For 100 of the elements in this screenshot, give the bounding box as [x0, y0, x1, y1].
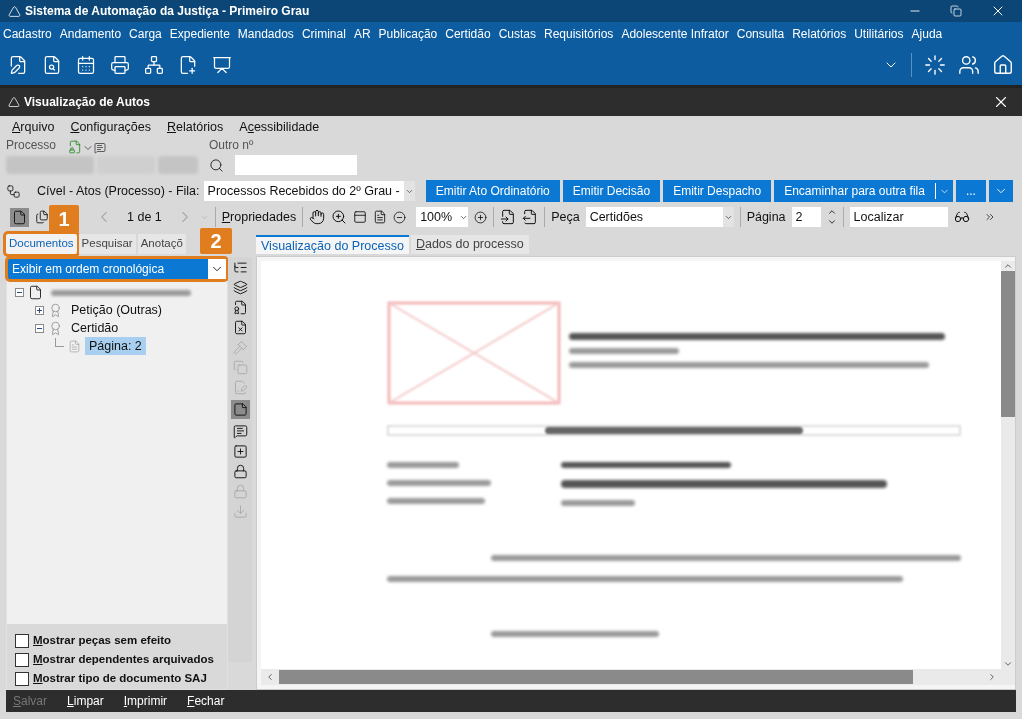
menu-item[interactable]: Relatórios [167, 117, 224, 137]
menu-item[interactable]: Andamento [59, 24, 122, 43]
menu-item[interactable]: Ajuda [911, 24, 943, 43]
search-icon[interactable] [209, 157, 224, 173]
menu-item[interactable]: Relatórios [792, 24, 847, 43]
page-spinner[interactable] [826, 207, 837, 227]
zoom-out-icon[interactable] [393, 210, 407, 224]
expander-icon[interactable] [35, 323, 44, 333]
certificate-icon[interactable] [232, 300, 248, 315]
add-document-icon[interactable] [178, 55, 198, 75]
viewer-tab[interactable]: Dados do processo [410, 235, 529, 254]
loading-icon[interactable] [924, 54, 946, 76]
menu-item[interactable]: Adolescente Infrator [621, 24, 729, 43]
calendar-icon[interactable] [76, 55, 96, 75]
menu-item[interactable]: Acessibilidade [239, 117, 320, 137]
menu-item[interactable]: Arquivo [12, 117, 55, 137]
menu-item[interactable]: Expediente [169, 24, 230, 43]
zoom-in-icon[interactable] [474, 210, 488, 224]
find-field[interactable]: Localizar [849, 207, 948, 227]
comment-icon[interactable] [232, 424, 248, 439]
fit-width-icon[interactable] [353, 210, 368, 224]
restore-icon[interactable] [950, 5, 962, 17]
footer-button[interactable]: Fechar [187, 692, 225, 710]
hierarchy-icon[interactable] [144, 55, 164, 75]
scroll-right-icon[interactable] [987, 672, 997, 682]
blurred-text [387, 462, 459, 468]
menu-item[interactable]: Consulta [736, 24, 785, 43]
footer-button[interactable]: Limpar [67, 692, 104, 710]
lock-icon[interactable] [232, 464, 248, 479]
add-note-icon[interactable] [232, 444, 248, 459]
users-icon[interactable] [958, 54, 980, 76]
printer-icon[interactable] [110, 55, 130, 75]
menu-item[interactable]: Mandados [237, 24, 294, 43]
document-icon[interactable] [28, 284, 43, 300]
scroll-up-icon[interactable] [1003, 261, 1013, 271]
panel-tab[interactable]: Pesquisar [78, 234, 136, 254]
properties-button[interactable]: Propriedades [221, 207, 297, 227]
menu-item[interactable]: AR [353, 24, 371, 43]
footer-button[interactable]: Imprimir [123, 692, 168, 710]
other-number-label: Outro nº [209, 137, 254, 154]
window-title: Visualização de Autos [24, 94, 151, 111]
menu-item[interactable]: Carga [129, 24, 162, 43]
zoom-icon[interactable] [331, 209, 348, 225]
panel-tab[interactable]: Documentos [6, 234, 77, 254]
panel-tab[interactable]: Anotaçõ [137, 234, 186, 254]
menu-item[interactable]: Configurações [70, 117, 151, 137]
filter-button[interactable] [988, 180, 1013, 202]
pages-icon[interactable] [35, 210, 49, 224]
other-number-field[interactable] [235, 155, 357, 175]
page-view-icon[interactable] [12, 209, 27, 225]
tree-item[interactable]: Página: 2 [85, 336, 146, 356]
edit-document-icon[interactable] [8, 55, 28, 75]
note-icon[interactable] [94, 142, 106, 154]
menu-item[interactable]: Utilitários [854, 24, 904, 43]
export-document-icon[interactable] [522, 209, 539, 225]
tree-item[interactable]: Petição (Outras) [67, 300, 166, 320]
action-split-button[interactable]: Encaminhar para outra fila [774, 180, 953, 202]
menu-item[interactable]: Criminal [301, 24, 346, 43]
expander-icon[interactable] [35, 305, 44, 315]
menu-item[interactable]: Cadastro [3, 24, 52, 43]
expander-icon[interactable] [15, 287, 24, 297]
order-select[interactable]: Exibir em ordem cronológica [8, 259, 226, 279]
tree-item[interactable]: Certidão [67, 318, 123, 338]
process-label: Processo [6, 137, 58, 154]
tree-icon[interactable] [232, 260, 248, 275]
note-icon[interactable] [232, 402, 248, 417]
menu-item[interactable]: Certidão [445, 24, 491, 43]
layers-icon[interactable] [232, 280, 248, 295]
vertical-scrollbar[interactable] [1001, 261, 1015, 685]
menu-item[interactable]: Requisitórios [544, 24, 614, 43]
action-button[interactable]: Emitir Ato Ordinatório [425, 180, 560, 202]
queue-select[interactable]: Processos Recebidos do 2º Grau - [203, 181, 415, 201]
checkbox[interactable] [15, 652, 29, 667]
scroll-left-icon[interactable] [265, 672, 275, 682]
horizontal-scrollbar[interactable] [261, 669, 1001, 685]
workflow-icon[interactable] [6, 183, 21, 199]
action-button[interactable]: ... [955, 180, 986, 202]
viewer-tab[interactable]: Visualização do Processo [256, 235, 409, 254]
menu-item[interactable]: Publicação [378, 24, 438, 43]
scroll-down-icon[interactable] [1003, 659, 1013, 669]
search-document-icon[interactable] [42, 55, 62, 75]
page-field[interactable]: 2 [791, 207, 821, 227]
overflow-icon[interactable] [983, 211, 996, 223]
page-label: Página [746, 208, 786, 226]
hand-icon[interactable] [309, 209, 326, 225]
board-icon[interactable] [212, 55, 232, 75]
action-button[interactable]: Emitir Decisão [562, 180, 661, 202]
fit-page-icon[interactable] [373, 210, 388, 224]
home-icon[interactable] [992, 54, 1014, 76]
queue-label: Cível - Atos (Processo) - Fila: [37, 182, 200, 200]
menu-item[interactable]: Custas [498, 24, 536, 43]
piece-select[interactable]: Certidões [585, 207, 734, 227]
import-document-icon[interactable] [500, 209, 517, 225]
delete-document-icon[interactable] [232, 320, 248, 335]
checkbox[interactable] [15, 633, 29, 648]
app-logo-icon [8, 4, 21, 18]
checkbox[interactable] [15, 671, 29, 686]
zoom-select[interactable]: 100% [416, 207, 469, 227]
callout-badge: 2 [200, 228, 232, 254]
action-button[interactable]: Emitir Despacho [663, 180, 772, 202]
